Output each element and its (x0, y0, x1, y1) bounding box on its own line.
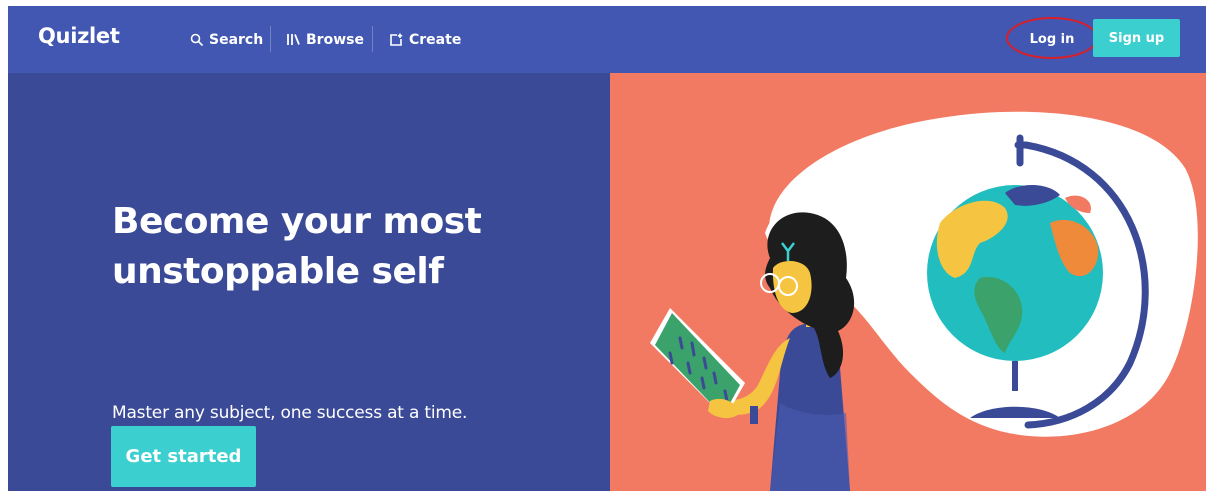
nav-divider (270, 26, 271, 52)
hero-subline: Master any subject, one success at a tim… (112, 403, 468, 423)
nav-create[interactable]: Create (388, 6, 461, 73)
nav-browse[interactable]: Browse (285, 6, 364, 73)
student-globe-illustration (650, 111, 1198, 491)
nav-divider (372, 26, 373, 52)
page-frame: Quizlet Search Browse Create Log in Sign… (8, 6, 1206, 491)
quizlet-logo[interactable]: Quizlet (38, 24, 120, 48)
nav-search-label: Search (209, 31, 264, 48)
library-books-icon (285, 33, 301, 46)
signup-button[interactable]: Sign up (1093, 19, 1180, 57)
get-started-button[interactable]: Get started (111, 426, 256, 487)
login-button[interactable]: Log in (1011, 20, 1093, 58)
create-set-icon (388, 33, 404, 47)
nav-browse-label: Browse (306, 31, 364, 48)
hero-illustration-panel (610, 73, 1206, 491)
search-icon (188, 33, 204, 46)
top-navbar: Quizlet Search Browse Create Log in Sign… (8, 6, 1206, 73)
hero-left-panel: Become your most unstoppable self Master… (8, 73, 610, 491)
nav-search[interactable]: Search (188, 6, 263, 73)
hero-headline: Become your most unstoppable self (112, 201, 482, 292)
nav-create-label: Create (409, 31, 462, 48)
